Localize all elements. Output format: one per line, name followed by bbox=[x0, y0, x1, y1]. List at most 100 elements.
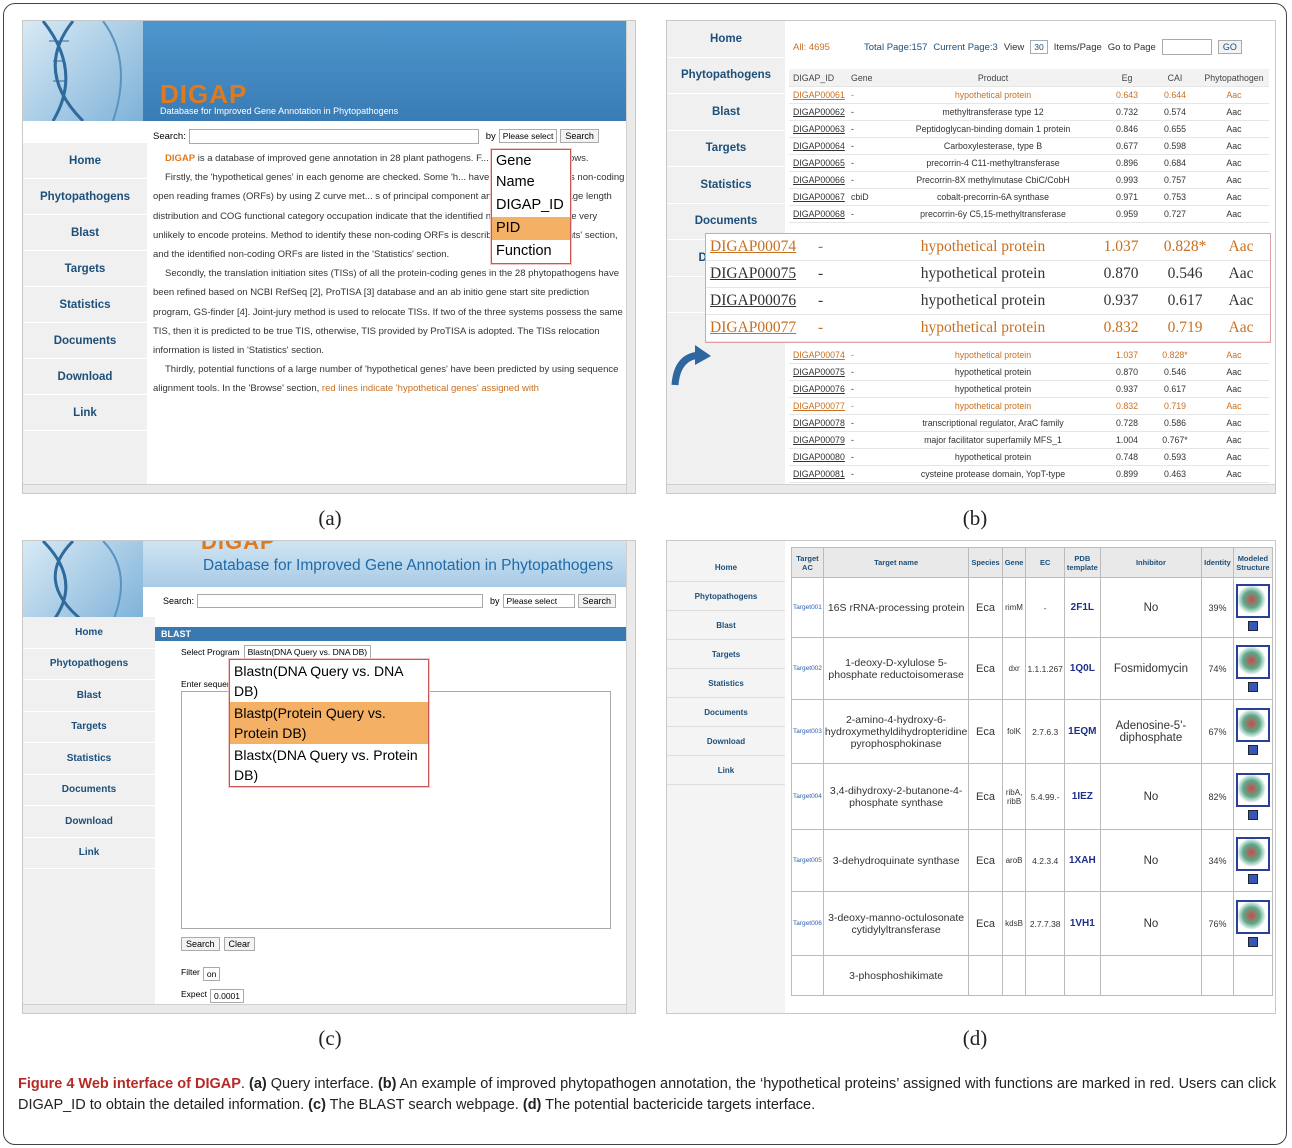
sidebar-item-phytopathogens[interactable]: Phytopathogens bbox=[667, 582, 785, 611]
modeled-structure-cell[interactable] bbox=[1232, 955, 1274, 996]
digap-id-link[interactable]: DIGAP00077 bbox=[706, 319, 818, 337]
digap-id-link[interactable]: DIGAP00065 bbox=[789, 158, 851, 168]
search-field-select[interactable]: Please select bbox=[498, 129, 558, 143]
sidebar-item-targets[interactable]: Targets bbox=[23, 251, 147, 287]
digap-id-link[interactable]: DIGAP00068 bbox=[789, 209, 851, 219]
save-icon[interactable] bbox=[1247, 937, 1258, 947]
sidebar-item-phytopathogens[interactable]: Phytopathogens bbox=[23, 179, 147, 215]
dropdown-option-pid[interactable]: PID bbox=[492, 217, 570, 240]
digap-id-link[interactable]: DIGAP00063 bbox=[789, 124, 851, 134]
modeled-structure-cell[interactable] bbox=[1232, 577, 1274, 638]
clear-button[interactable]: Clear bbox=[223, 937, 256, 951]
dropdown-option-function[interactable]: Function bbox=[492, 240, 570, 263]
dropdown-option-blastx-dna-query-vs-protein-db[interactable]: Blastx(DNA Query vs. Protein DB) bbox=[230, 744, 428, 786]
goto-page-input[interactable] bbox=[1161, 39, 1212, 55]
modeled-structure-cell[interactable] bbox=[1232, 829, 1274, 892]
sidebar-item-blast[interactable]: Blast bbox=[23, 215, 147, 251]
digap-id-link[interactable]: DIGAP00074 bbox=[706, 238, 818, 256]
pdb-template-link[interactable]: 1VH1 bbox=[1063, 891, 1101, 956]
horizontal-scrollbar[interactable] bbox=[667, 484, 1275, 493]
protein-structure-thumbnail[interactable] bbox=[1235, 837, 1270, 871]
protein-structure-thumbnail[interactable] bbox=[1235, 773, 1270, 807]
save-icon[interactable] bbox=[1247, 745, 1258, 755]
digap-id-link[interactable]: DIGAP00080 bbox=[789, 452, 851, 462]
sidebar-item-home[interactable]: Home bbox=[23, 617, 155, 649]
save-icon[interactable] bbox=[1247, 621, 1258, 631]
dropdown-option-digap-id[interactable]: DIGAP_ID bbox=[492, 194, 570, 217]
expect-select[interactable]: 0.0001 bbox=[210, 989, 244, 1003]
modeled-structure-cell[interactable] bbox=[1232, 637, 1274, 700]
blast-search-button[interactable]: Search bbox=[181, 937, 220, 951]
sidebar-item-documents[interactable]: Documents bbox=[23, 323, 147, 359]
dropdown-option-gene-name[interactable]: Gene Name bbox=[492, 150, 570, 194]
search-button[interactable]: Search bbox=[577, 594, 617, 608]
sidebar-item-blast[interactable]: Blast bbox=[667, 611, 785, 640]
program-select[interactable]: Blastn(DNA Query vs. DNA DB) bbox=[243, 645, 372, 659]
sidebar-item-blast[interactable]: Blast bbox=[23, 680, 155, 712]
sidebar-item-documents[interactable]: Documents bbox=[667, 698, 785, 727]
digap-id-link[interactable]: DIGAP00066 bbox=[789, 175, 851, 185]
sidebar-item-download[interactable]: Download bbox=[667, 727, 785, 756]
sidebar-item-home[interactable]: Home bbox=[667, 553, 785, 582]
vertical-scrollbar[interactable] bbox=[626, 21, 635, 493]
sidebar-item-home[interactable]: Home bbox=[23, 143, 147, 179]
pdb-template-link[interactable]: 1EQM bbox=[1063, 699, 1101, 764]
modeled-structure-cell[interactable] bbox=[1232, 763, 1274, 830]
digap-id-link[interactable]: DIGAP00062 bbox=[789, 107, 851, 117]
save-icon[interactable] bbox=[1247, 682, 1258, 692]
sidebar-item-statistics[interactable]: Statistics bbox=[667, 167, 785, 204]
pdb-template-link[interactable] bbox=[1063, 955, 1101, 996]
protein-structure-thumbnail[interactable] bbox=[1235, 645, 1270, 679]
target-ac-link[interactable]: Target005 bbox=[791, 829, 824, 892]
pdb-template-link[interactable]: 2F1L bbox=[1063, 577, 1101, 638]
dropdown-option-blastp-protein-query-vs-protein-db[interactable]: Blastp(Protein Query vs. Protein DB) bbox=[230, 702, 428, 744]
protein-structure-thumbnail[interactable] bbox=[1235, 900, 1270, 934]
search-input[interactable] bbox=[188, 128, 479, 144]
filter-select[interactable]: on bbox=[202, 967, 221, 981]
pdb-template-link[interactable]: 1Q0L bbox=[1063, 637, 1101, 700]
sidebar-item-targets[interactable]: Targets bbox=[667, 131, 785, 167]
items-per-page-select[interactable]: 30 bbox=[1030, 40, 1048, 54]
search-button[interactable]: Search bbox=[560, 129, 599, 143]
sidebar-item-phytopathogens[interactable]: Phytopathogens bbox=[667, 58, 785, 94]
sidebar-item-blast[interactable]: Blast bbox=[667, 94, 785, 131]
save-icon[interactable] bbox=[1247, 810, 1258, 820]
sidebar-item-statistics[interactable]: Statistics bbox=[23, 743, 155, 775]
sidebar-item-link[interactable]: Link bbox=[23, 838, 155, 869]
target-ac-link[interactable]: Target003 bbox=[791, 699, 824, 764]
protein-structure-thumbnail[interactable] bbox=[1235, 584, 1270, 618]
sidebar-item-documents[interactable]: Documents bbox=[23, 775, 155, 806]
sidebar-item-targets[interactable]: Targets bbox=[23, 712, 155, 743]
search-field-select[interactable]: Please select bbox=[502, 594, 575, 608]
pdb-template-link[interactable]: 1XAH bbox=[1063, 829, 1101, 892]
sidebar-item-phytopathogens[interactable]: Phytopathogens bbox=[23, 649, 155, 680]
target-ac-link[interactable]: Target001 bbox=[791, 577, 824, 638]
digap-id-link[interactable]: DIGAP00067 bbox=[789, 192, 851, 202]
protein-structure-thumbnail[interactable] bbox=[1235, 708, 1270, 742]
digap-id-link[interactable]: DIGAP00061 bbox=[789, 90, 851, 100]
target-ac-link[interactable]: Target006 bbox=[791, 891, 824, 956]
dropdown-option-blastn-dna-query-vs-dna-db[interactable]: Blastn(DNA Query vs. DNA DB) bbox=[230, 660, 428, 702]
sidebar-item-statistics[interactable]: Statistics bbox=[667, 669, 785, 698]
digap-id-link[interactable]: DIGAP00076 bbox=[789, 384, 851, 394]
digap-id-link[interactable]: DIGAP00074 bbox=[789, 350, 851, 360]
go-button[interactable]: GO bbox=[1217, 40, 1242, 54]
sidebar-item-statistics[interactable]: Statistics bbox=[23, 287, 147, 323]
save-icon[interactable] bbox=[1247, 874, 1258, 884]
horizontal-scrollbar[interactable] bbox=[23, 484, 635, 493]
digap-id-link[interactable]: DIGAP00076 bbox=[706, 292, 818, 310]
digap-id-link[interactable]: DIGAP00078 bbox=[789, 418, 851, 428]
search-input[interactable] bbox=[197, 594, 484, 608]
sidebar-item-download[interactable]: Download bbox=[23, 806, 155, 838]
modeled-structure-cell[interactable] bbox=[1232, 699, 1274, 764]
horizontal-scrollbar[interactable] bbox=[23, 1004, 635, 1013]
sidebar-item-link[interactable]: Link bbox=[23, 395, 147, 431]
modeled-structure-cell[interactable] bbox=[1232, 891, 1274, 956]
target-ac-link[interactable] bbox=[791, 955, 824, 996]
digap-id-link[interactable]: DIGAP00075 bbox=[789, 367, 851, 377]
digap-id-link[interactable]: DIGAP00077 bbox=[789, 401, 851, 411]
sidebar-item-targets[interactable]: Targets bbox=[667, 640, 785, 669]
digap-id-link[interactable]: DIGAP00079 bbox=[789, 435, 851, 445]
sidebar-item-link[interactable]: Link bbox=[667, 756, 785, 785]
target-ac-link[interactable]: Target002 bbox=[791, 637, 824, 700]
